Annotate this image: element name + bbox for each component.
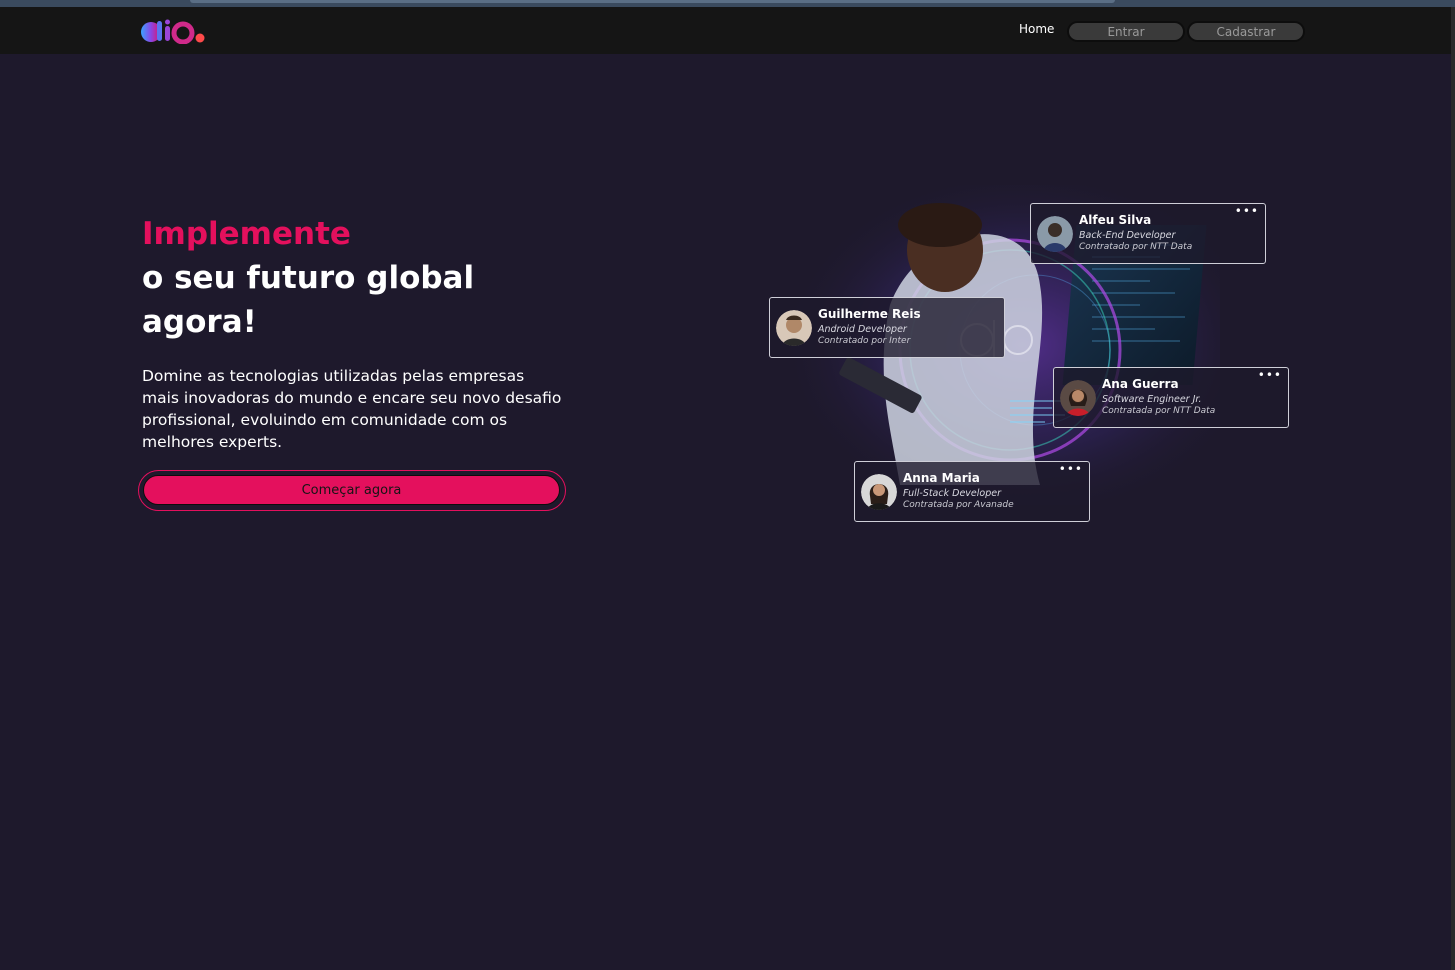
avatar	[1060, 380, 1096, 416]
card-name: Ana Guerra	[1102, 377, 1179, 391]
testimonial-card[interactable]: Anna Maria Full-Stack Developer Contrata…	[854, 461, 1090, 522]
card-name: Guilherme Reis	[818, 307, 921, 321]
card-company: Contratado por Inter	[818, 336, 911, 346]
start-now-button[interactable]: Começar agora	[143, 475, 560, 505]
hero-title-line: o seu futuro global	[142, 260, 475, 296]
browser-top-strip	[0, 0, 1455, 7]
card-name: Anna Maria	[903, 471, 980, 485]
card-role: Back-End Developer	[1079, 230, 1176, 241]
card-company: Contratada por Avanade	[903, 500, 1014, 510]
hero-title: Implemente o seu futuro global agora!	[142, 212, 474, 344]
login-button[interactable]: Entrar	[1067, 21, 1185, 42]
card-role: Full-Stack Developer	[903, 488, 1001, 499]
signup-button[interactable]: Cadastrar	[1187, 21, 1305, 42]
card-name: Alfeu Silva	[1079, 213, 1152, 227]
testimonial-card[interactable]: Alfeu Silva Back-End Developer Contratad…	[1030, 203, 1266, 264]
more-dots-icon[interactable]: •••	[1258, 369, 1282, 381]
cta-outline: Começar agora	[138, 470, 566, 511]
card-role: Software Engineer Jr.	[1102, 394, 1202, 405]
hero-title-line: agora!	[142, 304, 257, 340]
more-dots-icon[interactable]: •••	[1235, 205, 1259, 217]
card-role: Android Developer	[818, 324, 907, 335]
hero-description: Domine as tecnologias utilizadas pelas e…	[142, 367, 562, 451]
testimonial-card[interactable]: Guilherme Reis Android Developer Contrat…	[769, 297, 1005, 358]
testimonial-card[interactable]: Ana Guerra Software Engineer Jr. Contrat…	[1053, 367, 1289, 428]
avatar	[776, 310, 812, 346]
navbar: Home Entrar Cadastrar	[0, 7, 1455, 54]
card-company: Contratada por NTT Data	[1102, 406, 1216, 416]
window-edge	[1451, 7, 1455, 970]
nav-home-link[interactable]: Home	[1019, 22, 1054, 36]
dio-logo[interactable]	[140, 18, 208, 44]
avatar	[861, 474, 897, 510]
hero-title-accent: Implemente	[142, 216, 351, 252]
card-company: Contratado por NTT Data	[1079, 242, 1193, 252]
more-dots-icon[interactable]: •••	[1059, 463, 1083, 475]
avatar	[1037, 216, 1073, 252]
